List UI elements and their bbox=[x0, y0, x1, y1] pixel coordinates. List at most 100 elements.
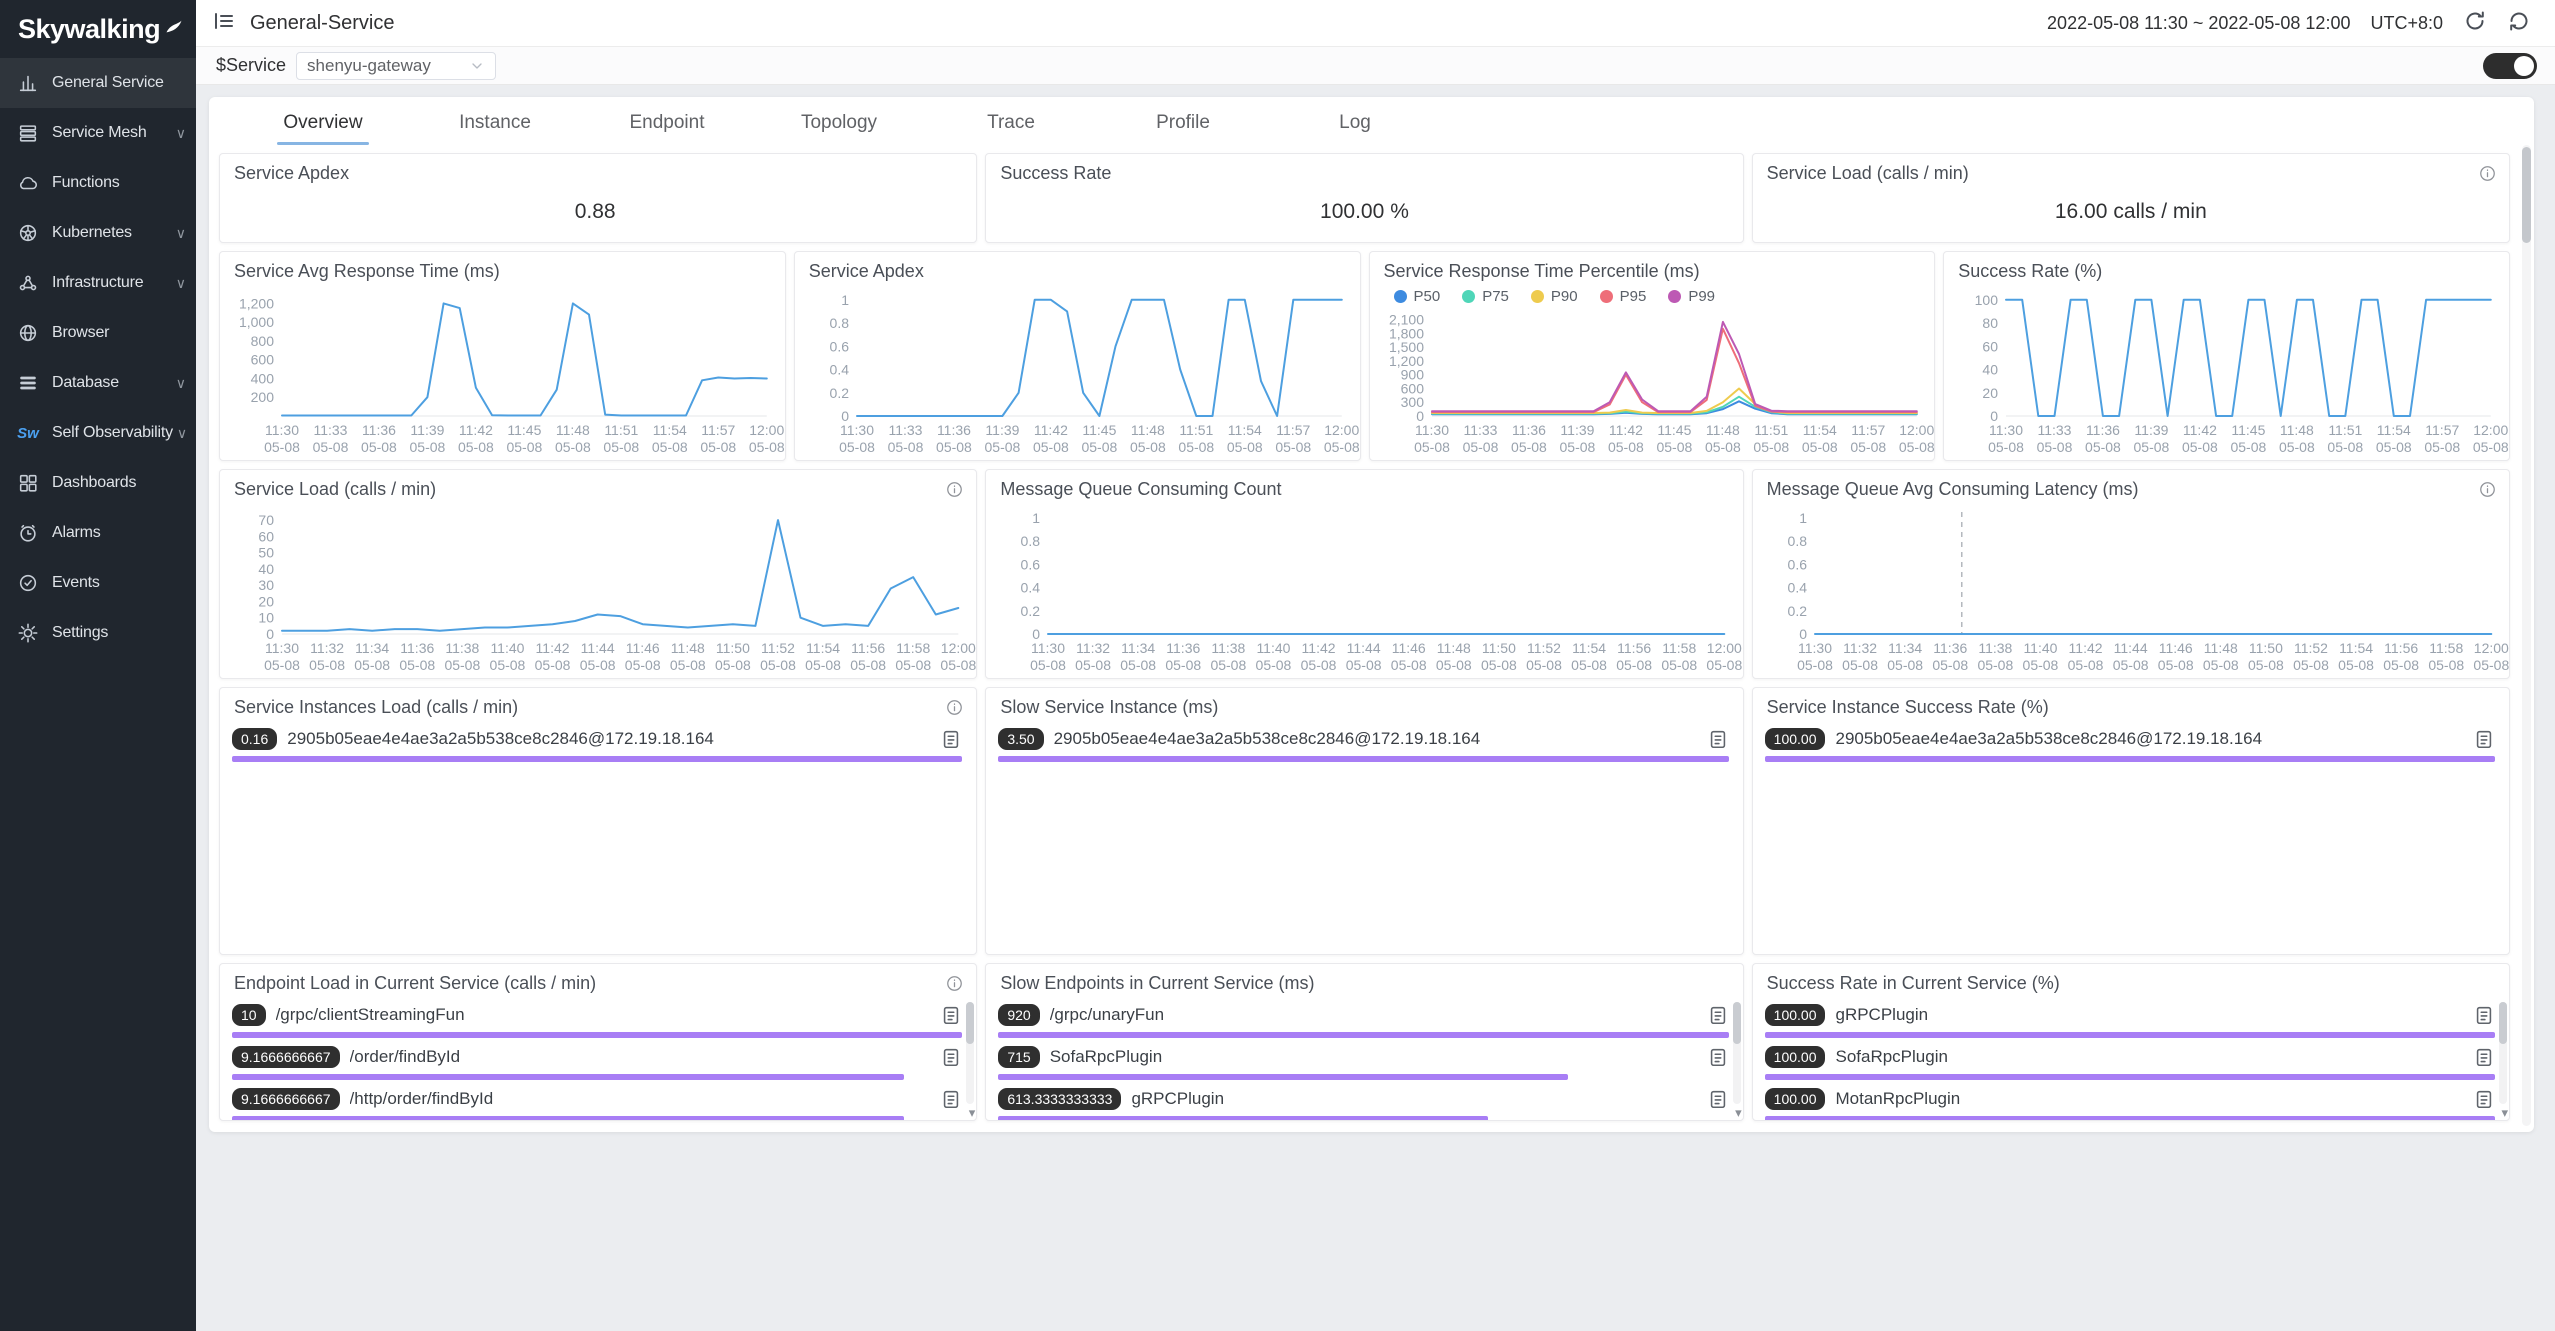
svg-text:100: 100 bbox=[1975, 292, 1999, 308]
panel-scrollbar[interactable] bbox=[2522, 145, 2531, 1126]
card-scrollbar-thumb[interactable] bbox=[966, 1002, 974, 1044]
list-item[interactable]: 100.00 2905b05eae4e4ae3a2a5b538ce8c2846@… bbox=[1753, 720, 2509, 762]
copy-icon[interactable] bbox=[940, 728, 962, 750]
svg-text:05-08: 05-08 bbox=[1753, 439, 1789, 455]
copy-icon[interactable] bbox=[940, 1088, 962, 1110]
scroll-down-arrow[interactable]: ▾ bbox=[1735, 1106, 1742, 1120]
card-scrollbar[interactable] bbox=[2499, 1002, 2507, 1104]
tab-log[interactable]: Log bbox=[1269, 107, 1441, 145]
svg-text:11:58: 11:58 bbox=[2429, 640, 2463, 656]
legend-item-p90[interactable]: P90 bbox=[1531, 288, 1578, 305]
svg-text:11:56: 11:56 bbox=[2384, 640, 2418, 656]
copy-icon[interactable] bbox=[940, 1046, 962, 1068]
svg-text:05-08: 05-08 bbox=[2203, 657, 2239, 673]
reload-icon[interactable] bbox=[2507, 9, 2531, 38]
sidebar-item-kubernetes[interactable]: Kubernetes ∨ bbox=[0, 208, 196, 258]
sidebar-item-events[interactable]: Events bbox=[0, 558, 196, 608]
scroll-down-arrow[interactable]: ▾ bbox=[969, 1106, 976, 1120]
sidebar-item-functions[interactable]: Functions bbox=[0, 158, 196, 208]
svg-text:11:54: 11:54 bbox=[1802, 422, 1836, 438]
skywalking-logo[interactable]: Skywalking bbox=[0, 0, 196, 58]
list-item[interactable]: 0.16 2905b05eae4e4ae3a2a5b538ce8c2846@17… bbox=[220, 720, 976, 762]
scroll-down-arrow[interactable]: ▾ bbox=[2501, 1106, 2508, 1120]
tab-instance[interactable]: Instance bbox=[409, 107, 581, 145]
info-icon[interactable] bbox=[2478, 164, 2497, 183]
svg-text:05-08: 05-08 bbox=[1707, 657, 1743, 673]
list-item[interactable]: 9.1666666667 /order/findById bbox=[220, 1038, 976, 1080]
copy-icon[interactable] bbox=[940, 1004, 962, 1026]
svg-text:11:48: 11:48 bbox=[2203, 640, 2237, 656]
info-icon[interactable] bbox=[945, 698, 964, 717]
list-item[interactable]: 3.50 2905b05eae4e4ae3a2a5b538ce8c2846@17… bbox=[986, 720, 1742, 762]
tab-profile[interactable]: Profile bbox=[1097, 107, 1269, 145]
info-icon[interactable] bbox=[2478, 480, 2497, 499]
sidebar-item-infrastructure[interactable]: Infrastructure ∨ bbox=[0, 258, 196, 308]
svg-text:05-08: 05-08 bbox=[1076, 657, 1112, 673]
card-title: Message Queue Avg Consuming Latency (ms) bbox=[1767, 479, 2139, 500]
copy-icon[interactable] bbox=[1707, 1088, 1729, 1110]
card-scrollbar-thumb[interactable] bbox=[1733, 1002, 1741, 1044]
card-scrollbar[interactable] bbox=[1733, 1002, 1741, 1104]
svg-text:05-08: 05-08 bbox=[1414, 439, 1450, 455]
list-item[interactable]: 100.00 gRPCPlugin bbox=[1753, 996, 2509, 1038]
list-item[interactable]: 920 /grpc/unaryFun bbox=[986, 996, 1742, 1038]
svg-text:11:48: 11:48 bbox=[2280, 422, 2314, 438]
panel-scrollbar-thumb[interactable] bbox=[2522, 147, 2531, 243]
list-item[interactable]: 100.00 MotanRpcPlugin bbox=[1753, 1080, 2509, 1121]
sidebar-item-browser[interactable]: Browser bbox=[0, 308, 196, 358]
stat-card-service-load: Service Load (calls / min) 16.00calls / … bbox=[1752, 153, 2510, 243]
sidebar-item-settings[interactable]: Settings bbox=[0, 608, 196, 658]
sidebar-item-service-mesh[interactable]: Service Mesh ∨ bbox=[0, 108, 196, 158]
chart-card-response-time-percentile: Service Response Time Percentile (ms) P5… bbox=[1369, 251, 1936, 461]
list-item[interactable]: 10 /grpc/clientStreamingFun bbox=[220, 996, 976, 1038]
sidebar-item-alarms[interactable]: Alarms bbox=[0, 508, 196, 558]
service-select[interactable]: shenyu-gateway bbox=[296, 52, 496, 80]
svg-text:11:42: 11:42 bbox=[459, 422, 493, 438]
list-item[interactable]: 9.1666666667 /http/order/findById bbox=[220, 1080, 976, 1121]
sidebar-item-self-observability[interactable]: Sw Self Observability ∨ bbox=[0, 408, 196, 458]
svg-text:05-08: 05-08 bbox=[1121, 657, 1157, 673]
svg-text:05-08: 05-08 bbox=[760, 657, 796, 673]
copy-icon[interactable] bbox=[2473, 1004, 2495, 1026]
refresh-icon[interactable] bbox=[2463, 9, 2487, 38]
svg-text:11:30: 11:30 bbox=[265, 422, 299, 438]
load-bar-track bbox=[998, 1116, 1728, 1121]
svg-text:1,200: 1,200 bbox=[1388, 353, 1423, 369]
svg-text:11:48: 11:48 bbox=[671, 640, 705, 656]
sidebar-item-database[interactable]: Database ∨ bbox=[0, 358, 196, 408]
sidebar-item-dashboards[interactable]: Dashboards bbox=[0, 458, 196, 508]
sidebar-item-general-service[interactable]: General Service bbox=[0, 58, 196, 108]
legend-item-p95[interactable]: P95 bbox=[1600, 288, 1647, 305]
svg-text:05-08: 05-08 bbox=[2293, 657, 2329, 673]
timezone-label[interactable]: UTC+8:0 bbox=[2370, 13, 2443, 34]
copy-icon[interactable] bbox=[2473, 1046, 2495, 1068]
svg-text:05-08: 05-08 bbox=[264, 657, 300, 673]
chart-card-mq-consuming-count: Message Queue Consuming Count 00.20.40.6… bbox=[985, 469, 1743, 679]
tab-overview[interactable]: Overview bbox=[237, 107, 409, 145]
copy-icon[interactable] bbox=[1707, 728, 1729, 750]
list-item[interactable]: 613.3333333333 gRPCPlugin bbox=[986, 1080, 1742, 1121]
time-range[interactable]: 2022-05-08 11:30 ~ 2022-05-08 12:00 bbox=[2047, 13, 2350, 34]
info-icon[interactable] bbox=[945, 480, 964, 499]
edit-mode-toggle[interactable] bbox=[2483, 53, 2537, 79]
copy-icon[interactable] bbox=[1707, 1046, 1729, 1068]
card-scrollbar[interactable] bbox=[966, 1002, 974, 1104]
copy-icon[interactable] bbox=[2473, 728, 2495, 750]
tab-trace[interactable]: Trace bbox=[925, 107, 1097, 145]
copy-icon[interactable] bbox=[1707, 1004, 1729, 1026]
svg-text:05-08: 05-08 bbox=[700, 439, 736, 455]
legend-item-p75[interactable]: P75 bbox=[1462, 288, 1509, 305]
tab-topology[interactable]: Topology bbox=[753, 107, 925, 145]
card-title: Success Rate bbox=[1000, 163, 1111, 184]
list-item[interactable]: 715 SofaRpcPlugin bbox=[986, 1038, 1742, 1080]
svg-text:11:32: 11:32 bbox=[1843, 640, 1877, 656]
collapse-menu-icon[interactable] bbox=[212, 9, 236, 38]
card-scrollbar-thumb[interactable] bbox=[2499, 1002, 2507, 1044]
load-bar-track bbox=[1765, 1116, 2495, 1121]
legend-item-p99[interactable]: P99 bbox=[1668, 288, 1715, 305]
copy-icon[interactable] bbox=[2473, 1088, 2495, 1110]
legend-item-p50[interactable]: P50 bbox=[1394, 288, 1441, 305]
tab-endpoint[interactable]: Endpoint bbox=[581, 107, 753, 145]
info-icon[interactable] bbox=[945, 974, 964, 993]
list-item[interactable]: 100.00 SofaRpcPlugin bbox=[1753, 1038, 2509, 1080]
